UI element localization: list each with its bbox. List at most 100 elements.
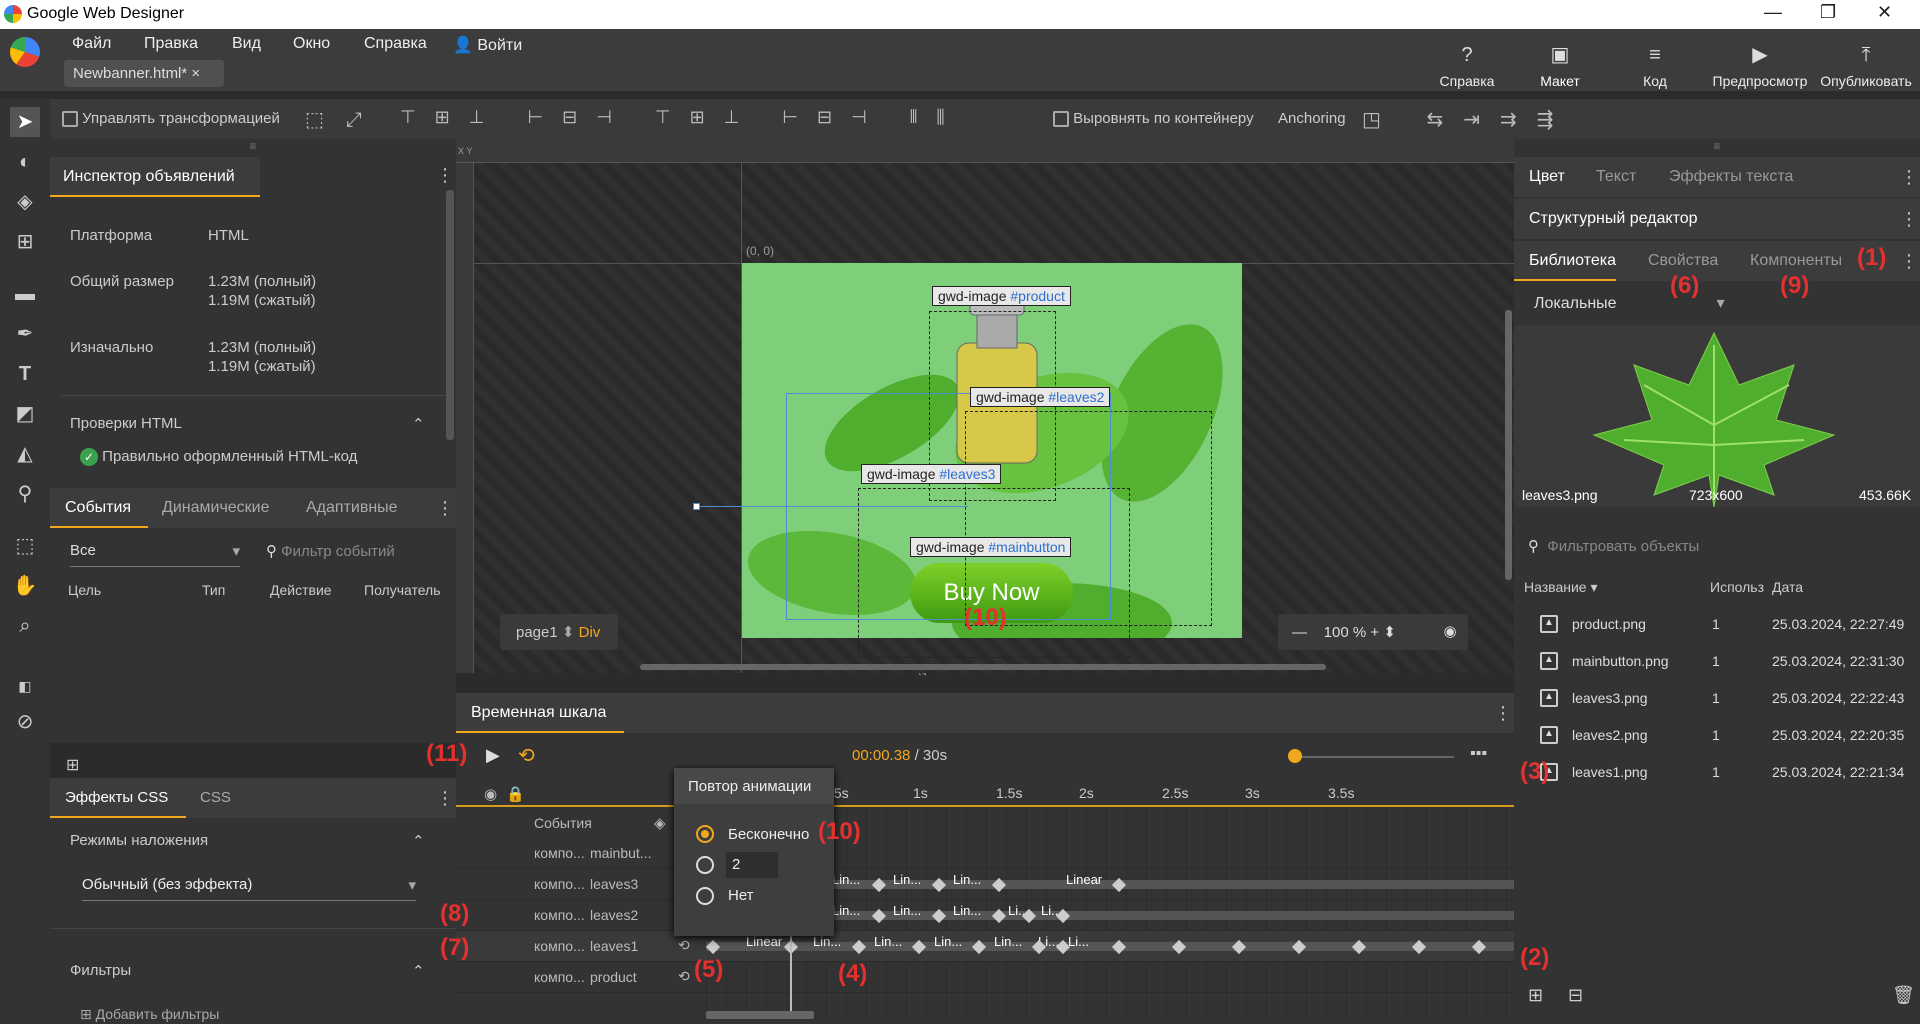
tab-components[interactable]: Компоненты xyxy=(1750,252,1842,270)
menu-help[interactable]: Справка xyxy=(364,35,427,53)
tag-tool-icon[interactable]: ▬ xyxy=(10,279,40,309)
repeat-count-radio[interactable] xyxy=(696,856,714,874)
timeline-row[interactable]: компо... leaves2 xyxy=(456,900,1514,931)
tab-css[interactable]: CSS xyxy=(200,789,231,806)
library-item[interactable]: ▲ product.png 1 25.03.2024, 22:27:49 xyxy=(1514,607,1920,644)
canvas-h-scrollbar[interactable] xyxy=(640,664,1326,670)
play-timeline-icon[interactable]: ▶ xyxy=(486,745,500,766)
transform-toggle[interactable]: Управлять трансформацией xyxy=(62,110,280,128)
no-color-icon[interactable]: ⊘ xyxy=(10,707,40,737)
repeat-none-radio[interactable] xyxy=(696,887,714,905)
menu-view[interactable]: Вид xyxy=(232,35,261,53)
restore-icon[interactable]: ❐ xyxy=(1820,2,1836,23)
collapse-icon[interactable]: ⌃ xyxy=(412,415,425,433)
add-filter-button[interactable]: ⊞ Добавить фильтры xyxy=(80,1006,219,1024)
structure-menu-icon[interactable]: ⋮ xyxy=(1900,209,1918,230)
page-selector[interactable]: page1 ⬍ Div xyxy=(500,614,618,650)
zoom-tool-icon[interactable]: ⌕ xyxy=(10,611,40,641)
tab-color[interactable]: Цвет xyxy=(1529,168,1565,186)
motion-path[interactable] xyxy=(696,506,968,507)
panel-grip[interactable]: ≡ xyxy=(50,139,456,157)
fill-tool-icon[interactable]: ◭ xyxy=(10,439,40,469)
menu-file[interactable]: Файл xyxy=(72,35,111,53)
timeline-menu-icon[interactable]: ⋮ xyxy=(1494,703,1512,724)
library-item[interactable]: ▲ leaves2.png 1 25.03.2024, 22:20:35 xyxy=(1514,718,1920,755)
transform-icons[interactable]: ⬚⤢ xyxy=(305,107,384,132)
timeline-mode-icon[interactable]: ▪▪▪ xyxy=(1470,745,1487,763)
timeline-h-scrollbar[interactable] xyxy=(706,1011,814,1019)
timeline-row[interactable]: компо... leaves3 xyxy=(456,869,1514,900)
loop-icon[interactable]: ⟲ xyxy=(518,743,535,768)
inspector-scrollbar[interactable] xyxy=(446,190,454,440)
3d-rotate-tool-icon[interactable]: ◐ xyxy=(10,147,40,177)
css-menu-icon[interactable]: ⋮ xyxy=(436,788,454,809)
publish-button[interactable]: ⤒ Опубликовать xyxy=(1818,43,1914,89)
tab-dynamic[interactable]: Динамические xyxy=(162,499,270,517)
delete-icon[interactable]: 🗑 xyxy=(1892,985,1915,1006)
canvas-v-scrollbar[interactable] xyxy=(1505,310,1512,580)
code-button[interactable]: ≡ Код xyxy=(1630,43,1680,89)
shape-tool-icon[interactable]: ◩ xyxy=(10,399,40,429)
file-tab[interactable]: Newbanner.html* × xyxy=(64,60,224,87)
repeat-count-input[interactable]: 2 xyxy=(726,852,778,878)
align-icons[interactable]: ⊤⊞⊥ ⊢⊟⊣ ⊤⊞⊥ ⊢⊟⊣ ⫴⫼ xyxy=(400,107,964,128)
transform-checkbox[interactable] xyxy=(62,111,78,128)
anchoring-icons[interactable]: ◳ ⇆⇥⇉⇶ xyxy=(1362,107,1573,132)
events-menu-icon[interactable]: ⋮ xyxy=(436,498,454,519)
col-name[interactable]: Название ▾ xyxy=(1524,579,1597,596)
repeat-icon[interactable]: ⟲ xyxy=(678,937,690,954)
blend-mode-select[interactable]: Обычный (без эффекта) ▾ xyxy=(82,876,416,901)
align-container-checkbox[interactable] xyxy=(1053,111,1069,128)
add-asset-icon[interactable]: ⊞ xyxy=(1528,985,1543,1006)
timeline-row[interactable]: компо... mainbut... xyxy=(456,838,1514,869)
3d-translate-tool-icon[interactable]: ◈ xyxy=(10,187,40,217)
help-button[interactable]: ? Справка xyxy=(1432,43,1502,89)
stamp-tool-icon[interactable]: ⊞ xyxy=(10,227,40,257)
tab-text-effects[interactable]: Эффекты текста xyxy=(1669,168,1793,186)
path-handle[interactable] xyxy=(693,503,700,510)
tab-properties[interactable]: Свойства xyxy=(1648,252,1718,270)
text-tool-icon[interactable]: T xyxy=(10,359,40,389)
panel-grip[interactable]: ≡ xyxy=(1514,139,1920,157)
timeline-zoom-handle[interactable] xyxy=(1288,749,1302,763)
tab-text[interactable]: Текст xyxy=(1596,168,1636,186)
repeat-icon[interactable]: ⟲ xyxy=(678,968,690,985)
events-filter-select[interactable]: Все ▾ xyxy=(70,542,240,567)
tab-css-effects[interactable]: Эффекты CSS xyxy=(50,778,186,818)
login-button[interactable]: 👤 Войти xyxy=(453,35,522,55)
timeline-zoom-slider[interactable] xyxy=(1294,756,1454,758)
tab-library[interactable]: Библиотека xyxy=(1514,241,1616,281)
selection-tool-icon[interactable]: ➤ xyxy=(10,107,40,137)
lock-icon[interactable]: 🔒 xyxy=(506,785,525,803)
repeat-infinite-radio[interactable] xyxy=(696,825,714,843)
minimize-icon[interactable]: — xyxy=(1764,2,1782,23)
add-event-keyframe-icon[interactable]: ◈ xyxy=(654,814,666,832)
eyedropper-tool-icon[interactable]: ⚲ xyxy=(10,479,40,509)
inspector-menu-icon[interactable]: ⋮ xyxy=(436,165,454,186)
tab-events[interactable]: События xyxy=(50,488,148,528)
pen-tool-icon[interactable]: ✒ xyxy=(10,319,40,349)
zoom-3d-tool-icon[interactable]: ⬚ xyxy=(10,531,40,561)
structure-editor-title[interactable]: Структурный редактор xyxy=(1529,210,1698,228)
timeline-row[interactable]: компо... product ⟲ xyxy=(456,962,1514,993)
collapse-icon[interactable]: ⌃ xyxy=(412,832,425,850)
preview-button[interactable]: ▶ Предпросмотр xyxy=(1710,43,1810,89)
library-item[interactable]: ▲ mainbutton.png 1 25.03.2024, 22:31:30 xyxy=(1514,644,1920,681)
close-icon[interactable]: ✕ xyxy=(1877,2,1892,23)
zoom-out-icon[interactable]: — xyxy=(1292,624,1307,641)
visibility-icon[interactable]: ◉ xyxy=(484,785,497,803)
library-menu-icon[interactable]: ⋮ xyxy=(1900,251,1918,272)
library-item[interactable]: ▲ leaves1.png 1 25.03.2024, 22:21:34 xyxy=(1514,755,1920,792)
color-swap-icon[interactable]: ◧ xyxy=(10,671,40,701)
hand-tool-icon[interactable]: ✋ xyxy=(10,571,40,601)
add-event-icon[interactable]: ⊞ xyxy=(66,755,79,775)
add-folder-icon[interactable]: ⊟ xyxy=(1568,985,1583,1006)
tab-adaptive[interactable]: Адаптивные xyxy=(306,499,398,517)
events-search[interactable]: ⚲ Фильтр событий xyxy=(266,542,395,560)
zoom-control[interactable]: — 100 % + ⬍ xyxy=(1278,614,1458,650)
menu-window[interactable]: Окно xyxy=(293,35,330,53)
library-filter[interactable]: ⚲ Фильтровать объекты xyxy=(1528,537,1699,555)
zoom-in-icon[interactable]: + xyxy=(1370,624,1379,641)
menu-edit[interactable]: Правка xyxy=(144,35,198,53)
layout-button[interactable]: ▣ Макет xyxy=(1530,43,1590,89)
